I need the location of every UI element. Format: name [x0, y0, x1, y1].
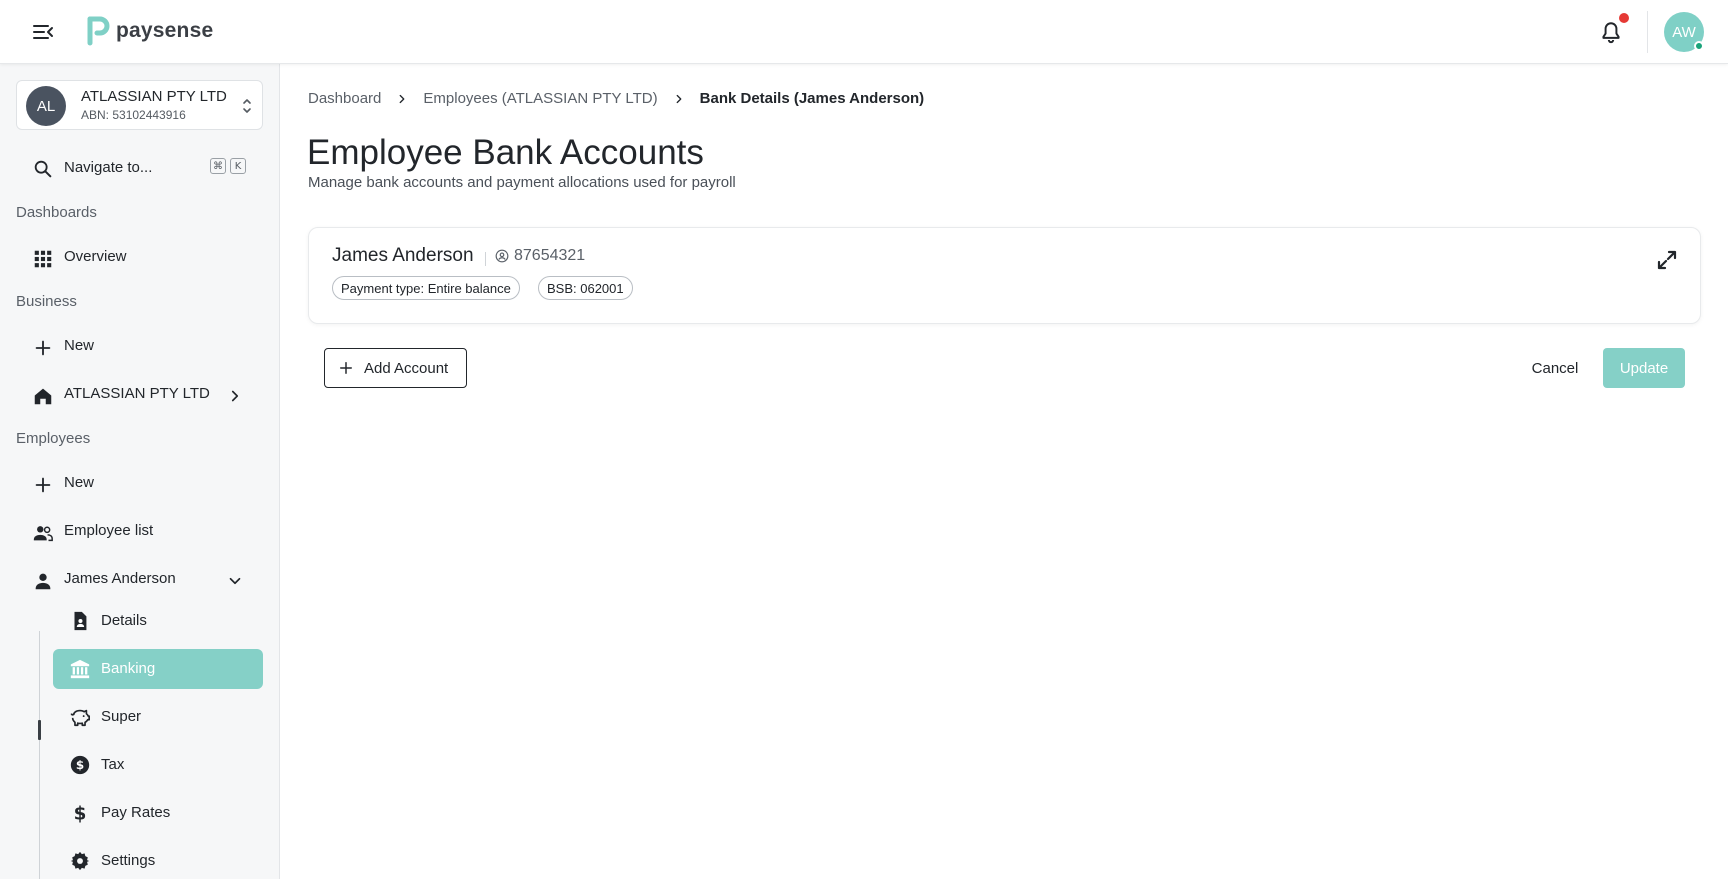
active-indicator: [38, 720, 41, 740]
employee-id: 87654321: [514, 247, 586, 264]
navigate-search[interactable]: Navigate to... ⌘ K: [32, 154, 250, 182]
chevron-right-icon: [231, 390, 239, 402]
people-icon: [33, 526, 53, 542]
cmd-key: ⌘: [210, 158, 226, 174]
grid-icon: [34, 250, 52, 268]
subnav-item-pay-rates[interactable]: $ Pay Rates: [53, 793, 263, 833]
notifications-bell-icon[interactable]: [1598, 20, 1624, 46]
section-employees: Employees: [16, 430, 91, 447]
subnav-label: Pay Rates: [101, 804, 171, 821]
plus-icon: [340, 362, 352, 374]
subnav-item-settings[interactable]: Settings: [53, 841, 263, 879]
top-bar: paysense AW: [0, 0, 1728, 64]
section-business: Business: [16, 293, 77, 310]
subnav-label: Details: [101, 612, 147, 629]
k-key: K: [230, 158, 246, 174]
divider: [485, 252, 486, 266]
sidebar-item-label: Overview: [64, 248, 127, 265]
notification-dot: [1619, 13, 1629, 23]
home-icon: [34, 388, 52, 405]
org-abn: ABN: 53102443916: [81, 108, 186, 122]
document-icon: [74, 611, 87, 631]
unfold-icon: [243, 99, 251, 113]
employee-name: James Anderson: [332, 245, 474, 266]
dollar-icon: $: [74, 803, 87, 824]
gear-icon: [70, 851, 90, 871]
subnav-rail: [39, 631, 40, 879]
payment-type-chip: Payment type: Entire balance: [332, 276, 520, 300]
breadcrumb: Dashboard Employees (ATLASSIAN PTY LTD) …: [308, 90, 924, 107]
add-account-label: Add Account: [364, 360, 449, 377]
subnav-label: Tax: [101, 756, 125, 773]
page-title: Employee Bank Accounts: [307, 133, 704, 172]
plus-icon: [35, 340, 51, 356]
breadcrumb-employees[interactable]: Employees (ATLASSIAN PTY LTD): [423, 90, 657, 107]
search-icon: [34, 160, 52, 178]
subnav-label: Super: [101, 708, 142, 725]
section-dashboards: Dashboards: [16, 204, 97, 221]
bsb-chip: BSB: 062001: [538, 276, 633, 300]
page-subtitle: Manage bank accounts and payment allocat…: [308, 174, 736, 191]
collapse-menu-icon[interactable]: [30, 20, 56, 44]
sidebar-item-business-org[interactable]: ATLASSIAN PTY LTD: [32, 381, 252, 409]
breadcrumb-current: Bank Details (James Anderson): [699, 90, 925, 107]
subnav-item-super[interactable]: Super: [53, 697, 263, 737]
bank-icon: [70, 659, 90, 679]
sidebar-item-label: New: [64, 337, 95, 354]
person-icon: [35, 573, 51, 590]
expand-icon[interactable]: [1655, 248, 1679, 272]
chevron-down-icon: [229, 577, 241, 585]
subnav-label: Settings: [101, 852, 156, 869]
logo-mark-icon: [87, 16, 110, 46]
org-switcher[interactable]: AL ATLASSIAN PTY LTD ABN: 53102443916: [16, 80, 263, 130]
subnav-item-details[interactable]: Details: [53, 601, 263, 641]
sidebar-item-label: ATLASSIAN PTY LTD: [64, 385, 210, 402]
sidebar: AL ATLASSIAN PTY LTD ABN: 53102443916 Na…: [0, 64, 280, 879]
piggy-bank-icon: [70, 709, 90, 727]
subnav-item-tax[interactable]: $ Tax: [53, 745, 263, 785]
org-name: ATLASSIAN PTY LTD: [81, 88, 227, 105]
sidebar-item-employee-list[interactable]: Employee list: [32, 518, 252, 546]
employee-card: James Anderson 87654321 Payment type: En…: [308, 227, 1701, 324]
sidebar-item-employee[interactable]: James Anderson: [32, 566, 252, 594]
sidebar-item-employees-new[interactable]: New: [32, 470, 252, 498]
breadcrumb-dashboard[interactable]: Dashboard: [308, 90, 381, 107]
chevron-right-icon: [399, 94, 405, 103]
sidebar-item-label: Employee list: [64, 522, 154, 539]
svg-text:$: $: [76, 758, 84, 772]
sidebar-item-overview[interactable]: Overview: [32, 244, 252, 272]
divider: [1647, 11, 1648, 53]
logo[interactable]: paysense: [86, 15, 213, 47]
chevron-right-icon: [676, 94, 682, 103]
logo-text: paysense: [116, 19, 214, 42]
sidebar-item-label: New: [64, 474, 95, 491]
dollar-circle-icon: $: [70, 755, 90, 775]
subnav-item-banking[interactable]: Banking: [53, 649, 263, 689]
id-badge-icon: [495, 249, 509, 263]
sidebar-item-business-new[interactable]: New: [32, 333, 252, 361]
sidebar-item-label: James Anderson: [64, 570, 176, 587]
add-account-button[interactable]: Add Account: [324, 348, 467, 388]
plus-icon: [35, 477, 51, 493]
cancel-button[interactable]: Cancel: [1520, 348, 1590, 388]
org-avatar: AL: [26, 86, 66, 126]
online-status-dot: [1694, 41, 1704, 51]
update-button[interactable]: Update: [1603, 348, 1685, 388]
svg-text:$: $: [74, 803, 87, 824]
navigate-label: Navigate to...: [64, 159, 153, 176]
subnav-label: Banking: [101, 660, 156, 677]
